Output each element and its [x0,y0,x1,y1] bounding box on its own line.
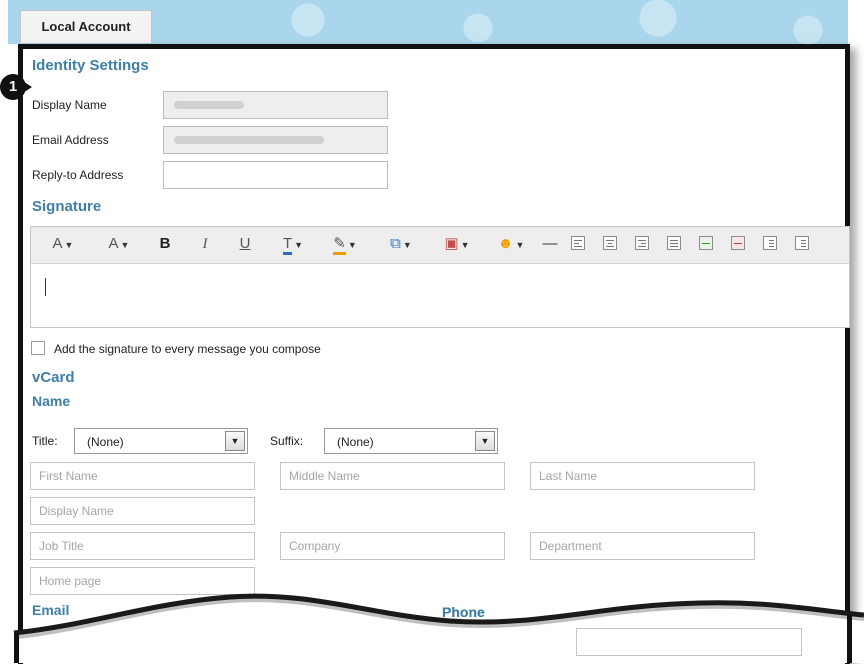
title-label: Title: [32,434,58,448]
reply-to-address-field[interactable] [163,161,388,189]
bold-icon[interactable]: B [155,233,175,255]
chevron-down-icon[interactable]: ▼ [225,431,245,451]
vcard-name-title: Name [32,393,71,409]
align-right-icon[interactable] [635,236,649,250]
highlight-icon[interactable]: ✎ ▼ [325,233,365,255]
vcard-title: vCard [32,369,75,386]
underline-icon[interactable]: U [235,233,255,255]
chevron-down-icon[interactable]: ▼ [475,431,495,451]
identity-settings-title: Identity Settings [32,57,149,74]
department-input[interactable] [530,532,755,560]
display-name-field[interactable] [163,91,388,119]
suffix-select[interactable]: (None) ▼ [324,428,498,454]
display-name-label: Display Name [32,98,107,112]
job-title-input[interactable] [30,532,255,560]
email-address-label: Email Address [32,133,109,147]
add-signature-label: Add the signature to every message you c… [54,342,321,356]
last-name-input[interactable] [530,462,755,490]
font-size-icon[interactable]: A ▼ [99,233,139,255]
title-select-value: (None) [87,435,124,449]
company-input[interactable] [280,532,505,560]
suffix-label: Suffix: [270,434,304,448]
font-icon[interactable]: A ▼ [45,233,81,255]
horizontal-rule-icon[interactable]: — [539,233,561,255]
align-left-icon[interactable] [571,236,585,250]
tab-local-account[interactable]: Local Account [20,10,152,43]
emoticon-icon[interactable]: ☻ ▼ [491,233,531,255]
first-name-input[interactable] [30,462,255,490]
link-icon[interactable]: ⧉ ▼ [381,233,421,255]
outdent-icon[interactable] [731,236,745,250]
title-select[interactable]: (None) ▼ [74,428,248,454]
italic-icon[interactable]: I [195,233,215,255]
callout-arrow-icon [18,78,32,96]
reply-to-address-label: Reply-to Address [32,168,124,182]
blurred-value [174,136,324,144]
email-address-field[interactable] [163,126,388,154]
numbered-list-icon[interactable] [763,236,777,250]
suffix-select-value: (None) [337,435,374,449]
image-icon[interactable]: ▣ ▼ [437,233,477,255]
editor-toolbar: A ▼ A ▼ B I U T ▼ ✎ ▼ ⧉ ▼ ▣ ▼ ☻ ▼ — [31,227,849,264]
blurred-value [174,101,244,109]
signature-editor[interactable]: A ▼ A ▼ B I U T ▼ ✎ ▼ ⧉ ▼ ▣ ▼ ☻ ▼ — [30,226,850,328]
indent-icon[interactable] [699,236,713,250]
vcard-display-name-input[interactable] [30,497,255,525]
text-cursor [45,278,46,296]
phone-field-overlay[interactable] [576,628,802,656]
align-center-icon[interactable] [603,236,617,250]
signature-title: Signature [32,198,102,215]
add-signature-checkbox[interactable] [31,341,45,355]
vcard-phone-title-overlay: Phone [442,604,485,620]
justify-icon[interactable] [667,236,681,250]
bulleted-list-icon[interactable] [795,236,809,250]
text-color-icon[interactable]: T ▼ [275,233,311,255]
middle-name-input[interactable] [280,462,505,490]
